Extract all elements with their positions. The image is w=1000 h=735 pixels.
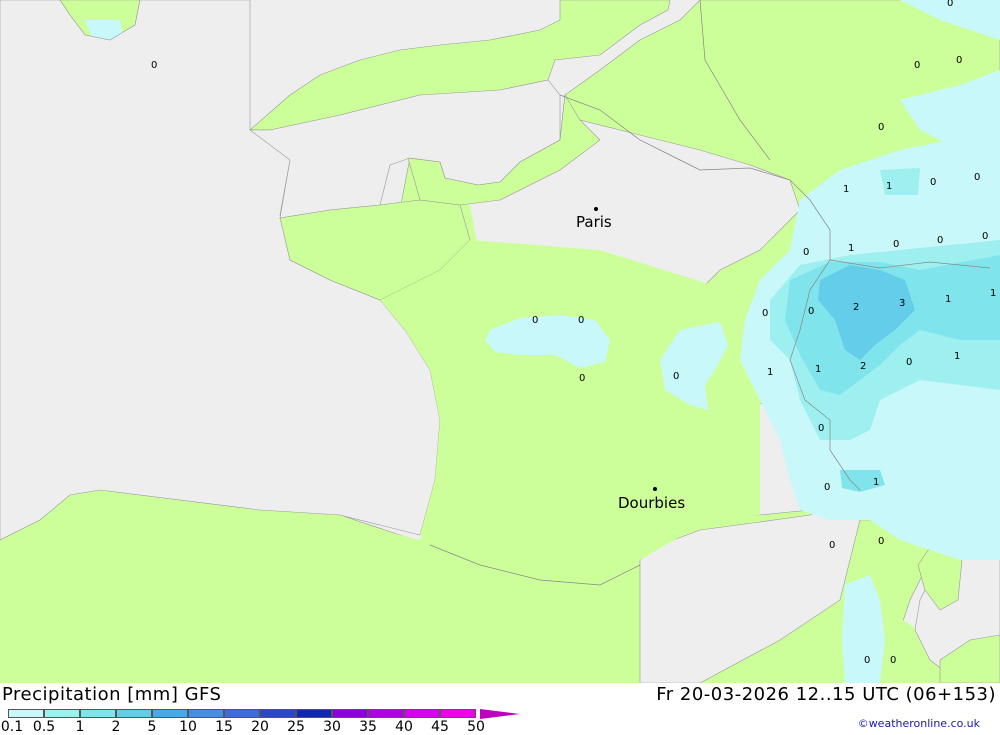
value-label: 1 [848,243,854,254]
value-label: 1 [990,288,996,299]
value-label: 2 [853,302,859,313]
value-label: 0 [829,540,835,551]
value-label: 1 [954,351,960,362]
value-label: 0 [762,308,768,319]
value-label: 1 [843,184,849,195]
legend-labels: 0.1 0.5 1 2 5 10 15 20 25 30 35 40 45 50 [0,719,520,735]
map-title: Precipitation [mm] GFS [2,684,222,705]
map-canvas: 0 0 0 0 0 1 1 0 0 0 0 1 0 0 0 2 3 1 1 0 … [0,0,1000,683]
precipitation-map: 0 0 0 0 0 1 1 0 0 0 0 1 0 0 0 2 3 1 1 0 … [0,0,1000,683]
value-label: 0 [151,60,157,71]
credit-link[interactable]: ©weatheronline.co.uk [858,717,980,730]
city-label-dourbies: Dourbies [618,494,685,512]
legend-swatch [224,709,260,718]
value-label: 1 [886,181,892,192]
value-label: 0 [673,371,679,382]
value-label: 1 [945,294,951,305]
value-label: 0 [803,247,809,258]
legend-swatch [188,709,224,718]
value-label: 0 [579,373,585,384]
legend-swatch [260,709,296,718]
legend-arrow [480,709,520,719]
legend-swatch [296,709,332,718]
value-label: 0 [890,655,896,666]
value-label: 0 [930,177,936,188]
legend-colorbar [8,709,476,718]
value-label: 0 [824,482,830,493]
value-label: 0 [878,122,884,133]
footer-bar: Precipitation [mm] GFS Fr 20-03-2026 12.… [0,683,1000,735]
value-label: 3 [899,298,905,309]
value-label: 0 [956,55,962,66]
legend-swatch [8,709,44,718]
value-label: 0 [818,423,824,434]
city-marker-paris [594,207,598,211]
legend-swatch [332,709,368,718]
value-label: 0 [532,315,538,326]
value-label: 2 [860,361,866,372]
legend-swatch [44,709,80,718]
value-label: 0 [578,315,584,326]
legend-swatch [440,709,476,718]
value-label: 1 [873,477,879,488]
value-label: 0 [893,239,899,250]
legend-swatch [152,709,188,718]
value-label: 0 [906,357,912,368]
value-label: 0 [808,306,814,317]
value-label: 1 [767,367,773,378]
value-label: 0 [982,231,988,242]
legend-swatch [404,709,440,718]
legend-swatch [368,709,404,718]
city-marker-dourbies [653,487,657,491]
value-label: 0 [878,536,884,547]
value-label: 0 [914,60,920,71]
forecast-datetime: Fr 20-03-2026 12..15 UTC (06+153) [656,684,996,705]
legend-swatch [80,709,116,718]
city-label-paris: Paris [576,213,612,231]
value-label: 0 [937,235,943,246]
value-label: 0 [947,0,953,9]
value-label: 0 [974,172,980,183]
value-label: 1 [815,364,821,375]
legend-swatch [116,709,152,718]
value-label: 0 [864,655,870,666]
